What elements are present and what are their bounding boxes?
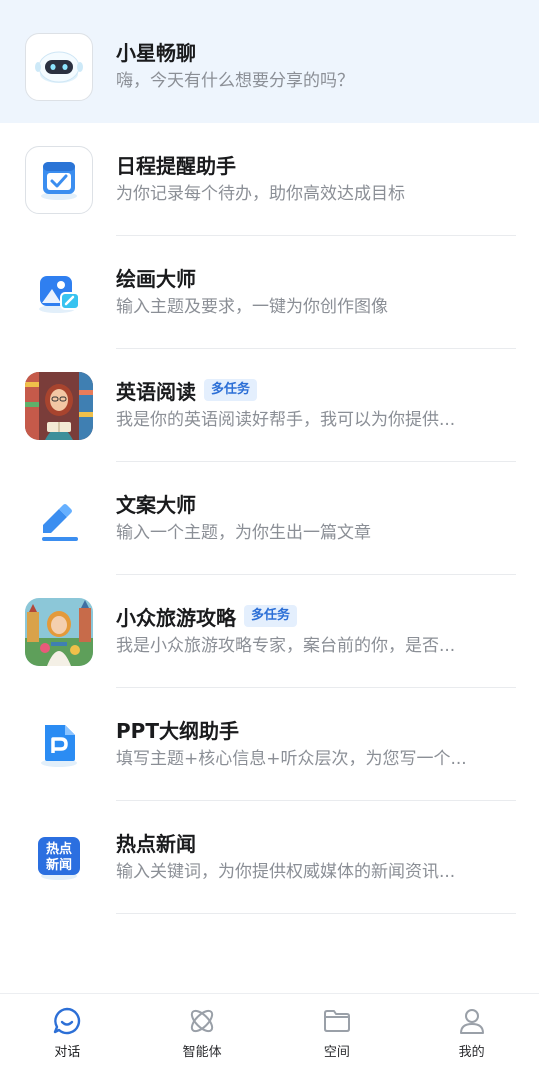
- traveler-girl-avatar: [25, 598, 93, 666]
- assistant-item-ppt-outline[interactable]: PPT大纲助手 填写主题+核心信息+听众层次，为您写一个...: [0, 688, 539, 801]
- multitask-badge: 多任务: [204, 379, 258, 401]
- assistant-desc: 输入一个主题，为你生出一篇文章: [116, 523, 371, 543]
- tab-label: 空间: [323, 1045, 350, 1060]
- divider: [116, 913, 516, 914]
- assistant-item-copywriting-master[interactable]: 文案大师 输入一个主题，为你生出一篇文章: [0, 462, 539, 575]
- chat-bubble-icon: [54, 1007, 81, 1035]
- tab-me[interactable]: 我的: [404, 994, 539, 1072]
- multitask-badge: 多任务: [244, 605, 298, 627]
- tab-label: 我的: [458, 1045, 485, 1060]
- tab-agents[interactable]: 智能体: [135, 994, 270, 1072]
- assistant-desc: 填写主题+核心信息+听众层次，为您写一个...: [116, 749, 467, 769]
- assistant-title: 绘画大师: [116, 266, 196, 291]
- assistant-desc: 我是你的英语阅读好帮手，我可以为你提供...: [116, 410, 456, 430]
- assistant-list: 小星畅聊 嗨，今天有什么想要分享的吗？ 日程提醒助手 为你记录每个待办，助你高效…: [0, 0, 539, 914]
- tab-chat[interactable]: 对话: [0, 994, 135, 1072]
- assistant-title: 英语阅读: [116, 379, 196, 404]
- bottom-tab-bar: 对话 智能体 空间 我的: [0, 993, 539, 1072]
- assistant-desc: 为你记录每个待办，助你高效达成目标: [116, 184, 405, 204]
- robot-icon: [25, 33, 93, 101]
- assistant-title: 日程提醒助手: [116, 153, 236, 178]
- assistant-item-english-reading[interactable]: 英语阅读 多任务 我是你的英语阅读好帮手，我可以为你提供...: [0, 349, 539, 462]
- ppt-file-icon: [25, 711, 93, 779]
- assistant-title: 热点新闻: [116, 831, 196, 856]
- reading-girl-avatar: [25, 372, 93, 440]
- atom-icon: [191, 1009, 214, 1033]
- assistant-desc: 输入关键词，为你提供权威媒体的新闻资讯...: [116, 862, 456, 882]
- hot-news-icon: 热点 新闻: [25, 824, 93, 892]
- assistant-item-schedule-reminder[interactable]: 日程提醒助手 为你记录每个待办，助你高效达成目标: [0, 123, 539, 236]
- assistant-item-niche-travel-guide[interactable]: 小众旅游攻略 多任务 我是小众旅游攻略专家，案台前的你，是否...: [0, 575, 539, 688]
- assistant-item-hot-news[interactable]: 热点 新闻 热点新闻 输入关键词，为你提供权威媒体的新闻资讯...: [0, 801, 539, 914]
- assistant-title: PPT大纲助手: [116, 718, 239, 743]
- tab-space[interactable]: 空间: [270, 994, 405, 1072]
- person-icon: [459, 1009, 484, 1034]
- hot-news-icon-text-top: 热点: [46, 841, 72, 857]
- image-edit-icon: [25, 259, 93, 327]
- assistant-item-painting-master[interactable]: 绘画大师 输入主题及要求，一键为你创作图像: [0, 236, 539, 349]
- assistant-title: 小众旅游攻略: [116, 605, 236, 630]
- assistant-desc: 我是小众旅游攻略专家，案台前的你，是否...: [116, 636, 456, 656]
- assistant-item-xiaoxing-chat[interactable]: 小星畅聊 嗨，今天有什么想要分享的吗？: [0, 0, 539, 123]
- hot-news-icon-text-bottom: 新闻: [46, 857, 72, 873]
- pen-write-icon: [25, 485, 93, 553]
- assistant-title: 小星畅聊: [116, 40, 196, 65]
- assistant-title: 文案大师: [116, 492, 196, 517]
- calendar-check-icon: [25, 146, 93, 214]
- assistant-desc: 嗨，今天有什么想要分享的吗？: [116, 71, 354, 91]
- tab-label: 对话: [54, 1045, 81, 1060]
- tab-label: 智能体: [182, 1045, 222, 1060]
- folder-icon: [323, 1010, 350, 1032]
- assistant-desc: 输入主题及要求，一键为你创作图像: [116, 297, 388, 317]
